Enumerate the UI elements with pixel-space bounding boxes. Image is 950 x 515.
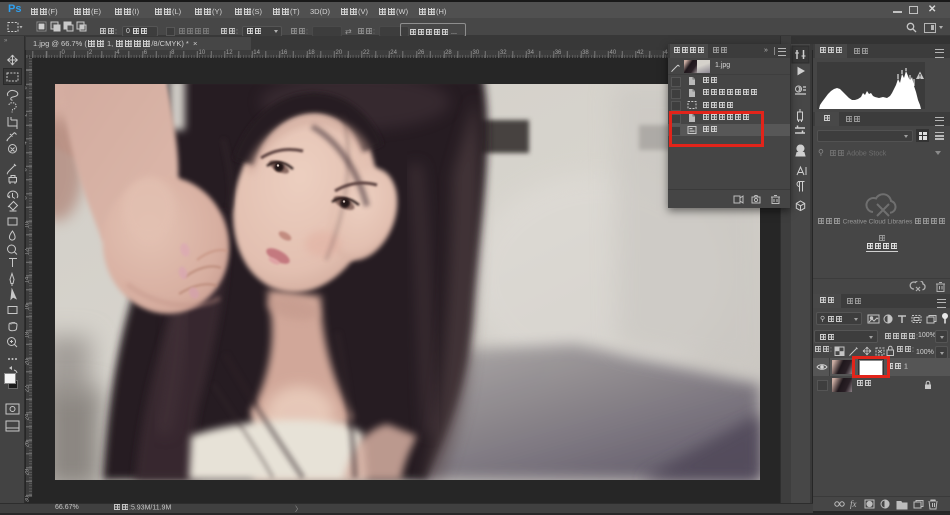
- svg-text:fx: fx: [850, 499, 857, 509]
